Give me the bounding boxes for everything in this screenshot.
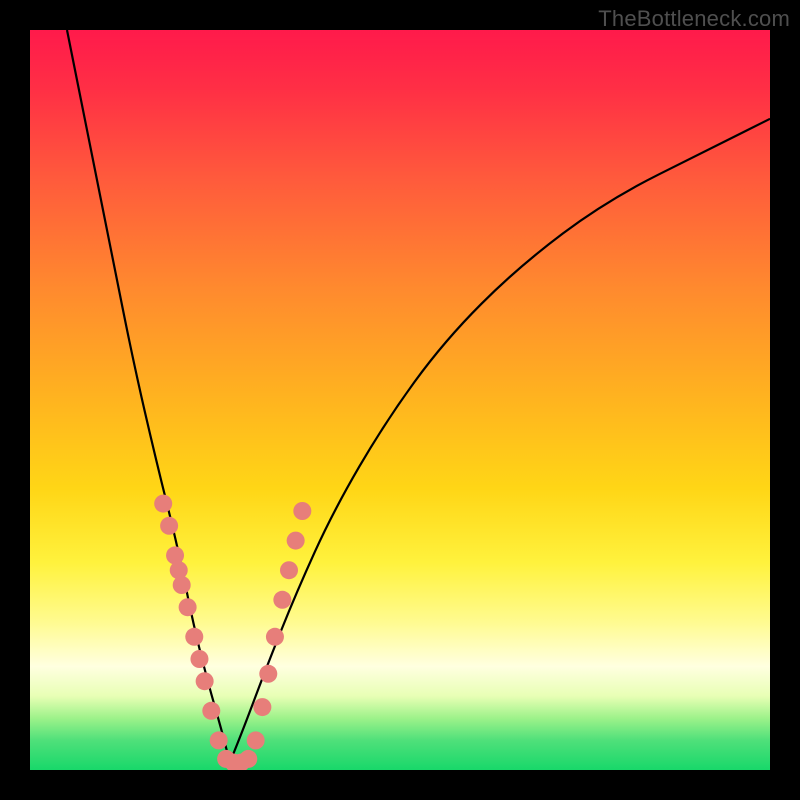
watermark-text: TheBottleneck.com [598, 6, 790, 32]
data-point [170, 561, 188, 579]
data-point [280, 561, 298, 579]
data-point [196, 672, 214, 690]
data-point [185, 628, 203, 646]
data-point [160, 517, 178, 535]
curves-svg [30, 30, 770, 770]
data-point [202, 702, 220, 720]
data-point [210, 731, 228, 749]
data-point [154, 495, 172, 513]
scatter-points [154, 495, 311, 770]
data-point [247, 731, 265, 749]
data-point [179, 598, 197, 616]
data-point [273, 591, 291, 609]
data-point [287, 532, 305, 550]
data-point [173, 576, 191, 594]
plot-area [30, 30, 770, 770]
data-point [293, 502, 311, 520]
chart-frame: TheBottleneck.com [0, 0, 800, 800]
right-curve [230, 119, 770, 763]
data-point [239, 750, 257, 768]
data-point [259, 665, 277, 683]
data-point [266, 628, 284, 646]
data-point [190, 650, 208, 668]
data-point [253, 698, 271, 716]
